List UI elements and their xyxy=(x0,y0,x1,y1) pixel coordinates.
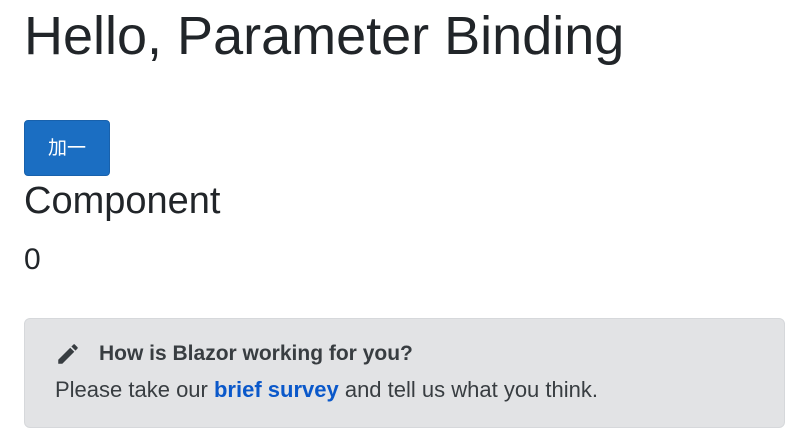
pencil-icon xyxy=(55,341,81,367)
counter-value: 0 xyxy=(24,243,41,276)
component-heading: Component xyxy=(24,180,221,222)
survey-prompt: How is Blazor working for you? Please ta… xyxy=(24,318,785,428)
page-title: Hello, Parameter Binding xyxy=(24,6,625,66)
survey-title-row: How is Blazor working for you? xyxy=(55,341,413,367)
brief-survey-link[interactable]: brief survey xyxy=(214,377,339,402)
survey-title: How is Blazor working for you? xyxy=(99,342,413,365)
increment-button[interactable]: 加一 xyxy=(24,120,110,176)
survey-text: Please take our brief survey and tell us… xyxy=(55,377,598,403)
survey-text-after: and tell us what you think. xyxy=(338,377,598,402)
survey-text-before: Please take our xyxy=(55,377,214,402)
